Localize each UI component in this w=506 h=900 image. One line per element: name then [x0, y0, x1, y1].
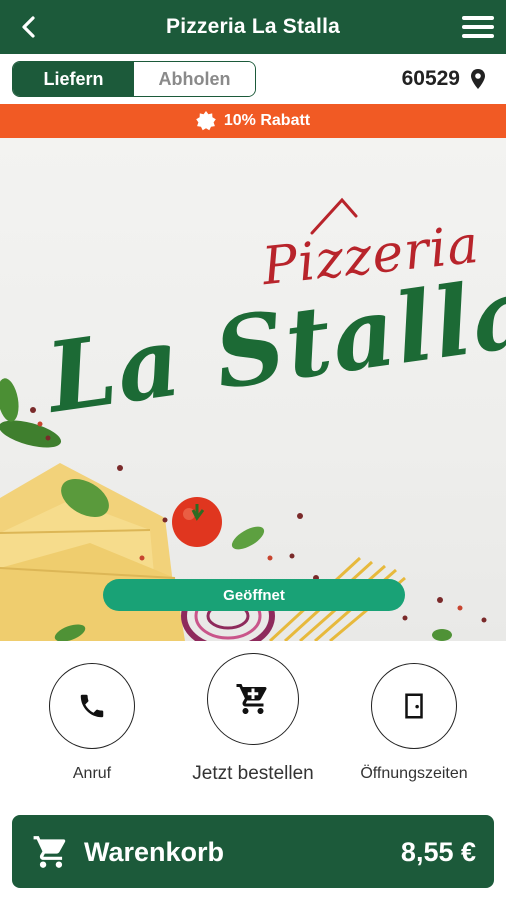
delivery-mode-toggle: Liefern Abholen [12, 61, 256, 97]
app-header: Pizzeria La Stalla [0, 0, 506, 54]
hero-banner: Pizzeria La Stalla Geöffnet [0, 138, 506, 641]
tab-liefern[interactable]: Liefern [13, 62, 134, 96]
quick-actions: Anruf Jetzt bestellen Öffnungszeiten [0, 641, 506, 811]
call-label: Anruf [72, 765, 112, 782]
order-mode-bar: Liefern Abholen 60529 [0, 54, 506, 104]
location-pin-icon [471, 69, 485, 89]
open-status-badge: Geöffnet [103, 579, 405, 611]
hours-circle[interactable] [371, 663, 457, 749]
cart-icon [236, 684, 267, 714]
location-selector[interactable]: 60529 [402, 67, 486, 91]
cart-bar[interactable]: Warenkorb 8,55 € [12, 815, 494, 888]
badge-icon [196, 111, 216, 131]
opening-hours-label: Öffnungszeiten [360, 765, 468, 782]
discount-banner[interactable]: 10% Rabatt [0, 104, 506, 138]
call-circle[interactable] [49, 663, 135, 749]
zip-code: 60529 [401, 67, 460, 90]
promo-text: 10% Rabatt [223, 112, 311, 129]
opening-hours-button[interactable]: Öffnungszeiten [344, 663, 484, 783]
order-now-button[interactable]: Jetzt bestellen [183, 653, 323, 785]
shopping-cart-icon [33, 836, 66, 868]
cart-total: 8,55 € [400, 837, 476, 867]
tab-abholen[interactable]: Abholen [134, 62, 255, 96]
page-title: Pizzeria La Stalla [165, 15, 340, 38]
cart-label: Warenkorb [84, 837, 225, 867]
phone-icon [80, 694, 104, 718]
door-icon [405, 693, 423, 719]
hamburger-menu-icon[interactable] [460, 13, 496, 41]
call-button[interactable]: Anruf [22, 663, 162, 783]
order-circle[interactable] [207, 653, 299, 745]
order-now-label: Jetzt bestellen [192, 763, 314, 784]
